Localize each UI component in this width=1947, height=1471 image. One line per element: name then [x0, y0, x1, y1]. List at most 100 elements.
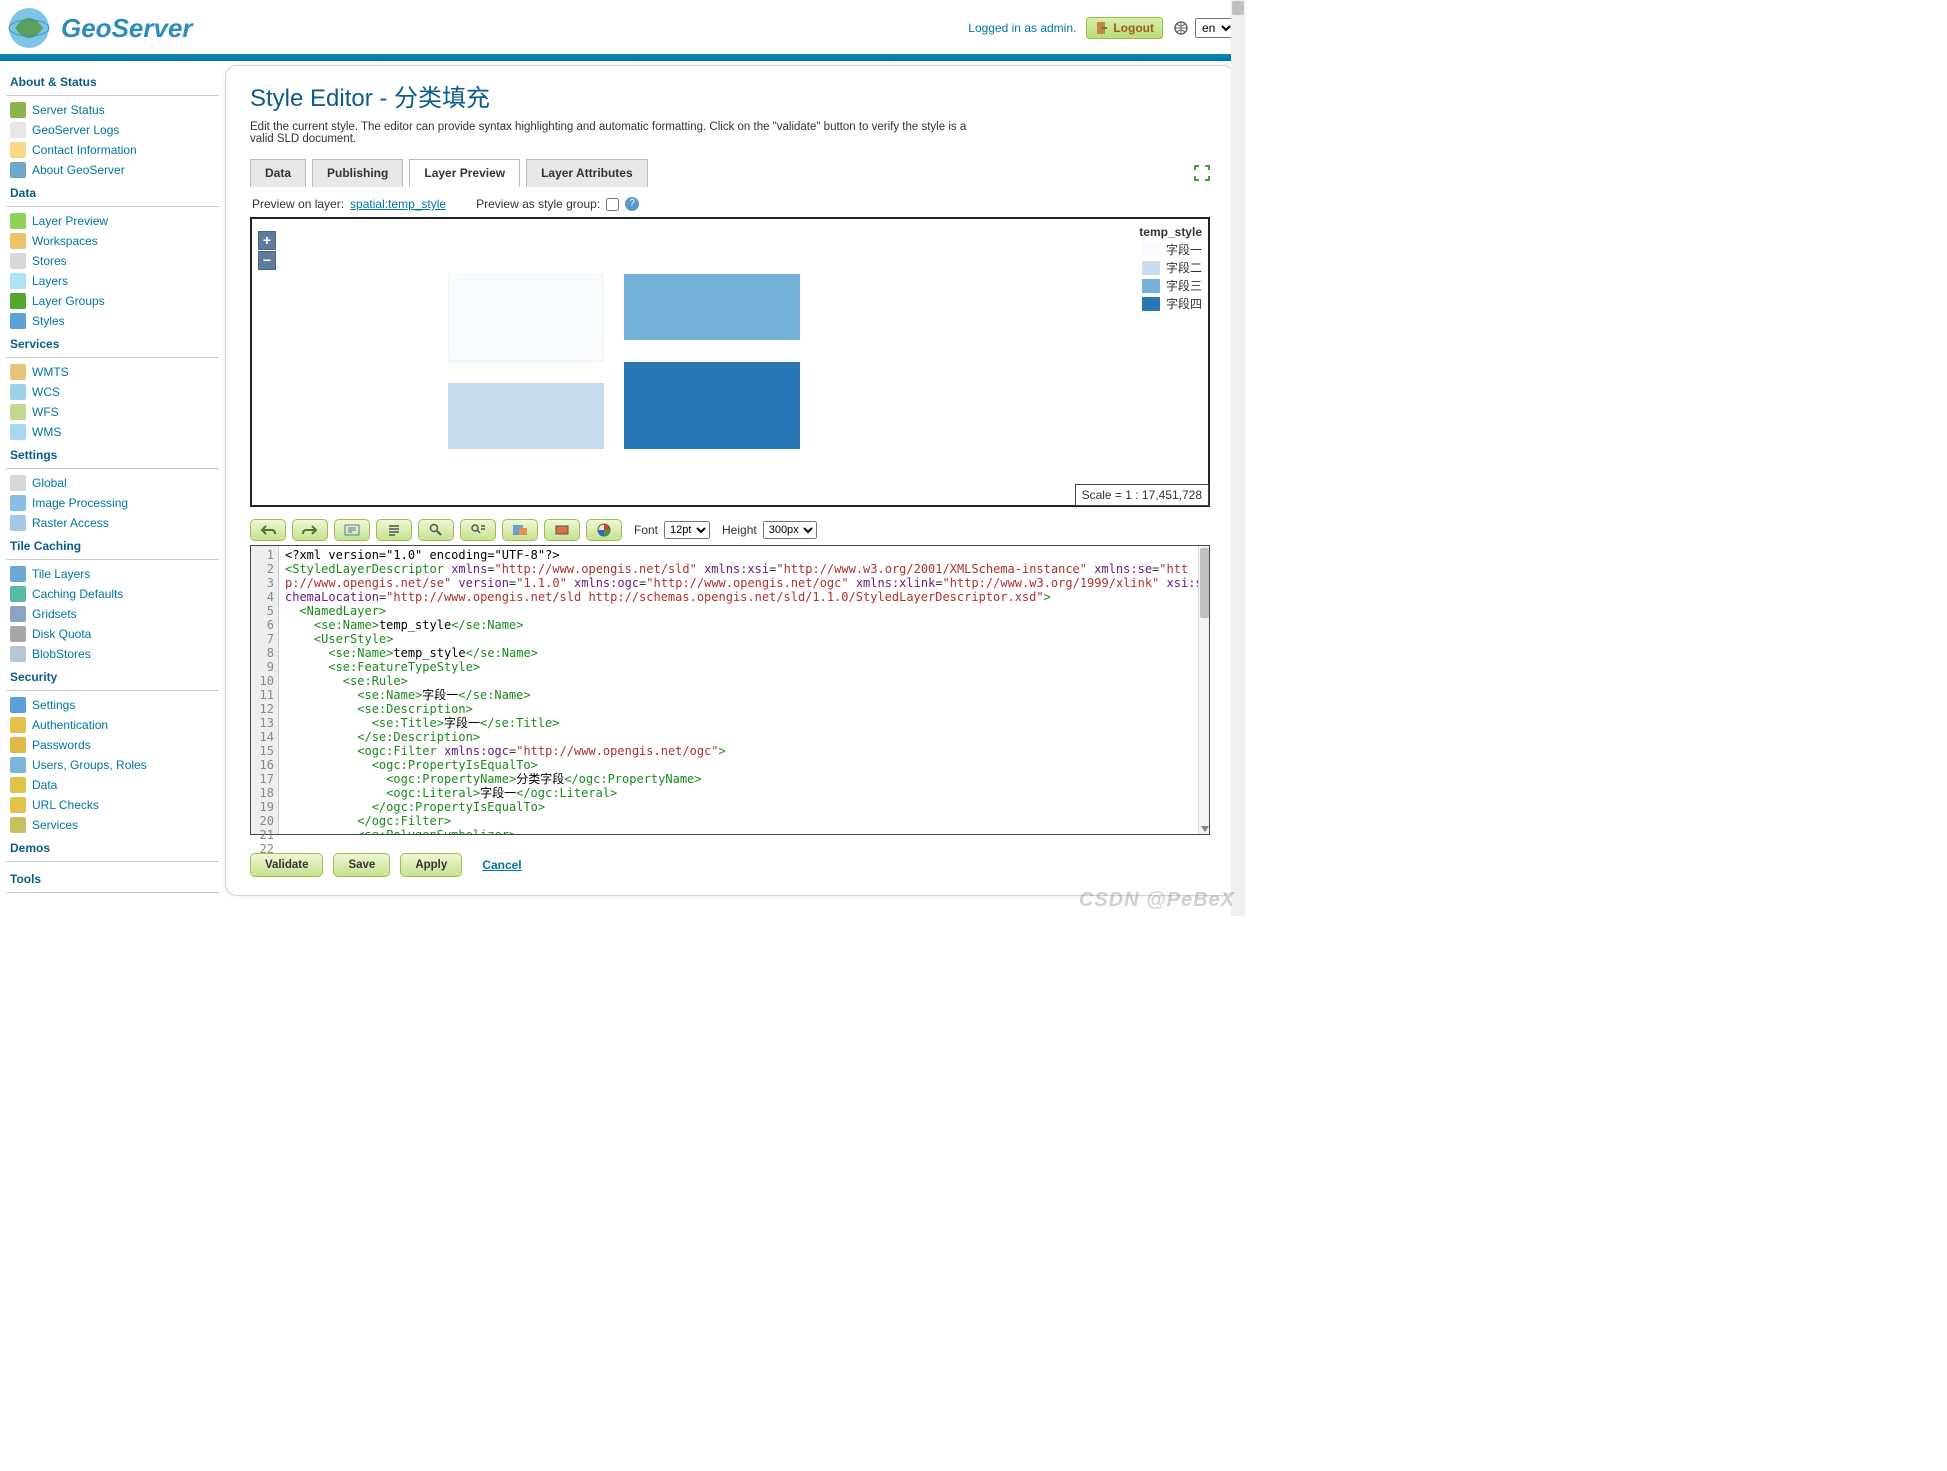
sidebar-item-tile-layers[interactable]: Tile Layers — [6, 564, 219, 584]
sidebar-item-disk-quota[interactable]: Disk Quota — [6, 624, 219, 644]
brand-logo[interactable]: GeoServer — [5, 4, 193, 52]
choose-color-button[interactable] — [544, 519, 580, 541]
menu-item-label[interactable]: Layer Groups — [32, 294, 105, 308]
sidebar-section-tile-caching[interactable]: Tile Caching — [6, 533, 219, 557]
sidebar-item-wcs[interactable]: WCS — [6, 382, 219, 402]
scroll-down-icon[interactable] — [1201, 826, 1209, 832]
style-group-checkbox[interactable] — [606, 198, 619, 211]
sidebar-item-about-geoserver[interactable]: About GeoServer — [6, 160, 219, 180]
sidebar-item-wfs[interactable]: WFS — [6, 402, 219, 422]
map-preview[interactable]: + − temp_style 字段一字段二字段三字段四 Scale = 1 : … — [250, 217, 1210, 507]
sidebar-item-geoserver-logs[interactable]: GeoServer Logs — [6, 120, 219, 140]
sidebar-item-stores[interactable]: Stores — [6, 251, 219, 271]
insert-image-button[interactable] — [502, 519, 538, 541]
editor-height-select[interactable]: 300px — [763, 521, 817, 539]
sidebar-item-wmts[interactable]: WMTS — [6, 362, 219, 382]
sidebar-item-users-groups-roles[interactable]: Users, Groups, Roles — [6, 755, 219, 775]
sidebar-item-raster-access[interactable]: Raster Access — [6, 513, 219, 533]
page-scrollbar[interactable] — [1231, 0, 1245, 916]
menu-item-label[interactable]: Raster Access — [32, 516, 109, 530]
color-picker-button[interactable] — [586, 519, 622, 541]
reformat-button[interactable] — [376, 519, 412, 541]
logout-button[interactable]: Logout — [1086, 17, 1163, 39]
tab-data[interactable]: Data — [250, 159, 306, 187]
code-editor[interactable]: 12345678910111213141516171819202122 <?xm… — [250, 545, 1210, 835]
tab-layer-attributes[interactable]: Layer Attributes — [526, 159, 648, 187]
menu-item-label[interactable]: URL Checks — [32, 798, 99, 812]
save-button[interactable]: Save — [333, 853, 390, 877]
sidebar-item-styles[interactable]: Styles — [6, 311, 219, 331]
sidebar-section-settings[interactable]: Settings — [6, 442, 219, 466]
menu-item-label[interactable]: WMTS — [32, 365, 69, 379]
sidebar-item-server-status[interactable]: Server Status — [6, 100, 219, 120]
menu-item-label[interactable]: Gridsets — [32, 607, 77, 621]
tab-layer-preview[interactable]: Layer Preview — [409, 159, 520, 187]
menu-item-label[interactable]: WFS — [32, 405, 59, 419]
menu-item-label[interactable]: Data — [32, 778, 57, 792]
fullscreen-icon[interactable] — [1194, 165, 1210, 181]
zoom-in-button[interactable]: + — [258, 231, 276, 250]
find-replace-button[interactable] — [460, 519, 496, 541]
menu-item-label[interactable]: Image Processing — [32, 496, 128, 510]
editor-content[interactable]: <?xml version="1.0" encoding="UTF-8"?> <… — [279, 546, 1209, 834]
menu-item-label[interactable]: WMS — [32, 425, 61, 439]
menu-item-label[interactable]: Caching Defaults — [32, 587, 123, 601]
sidebar-item-layer-preview[interactable]: Layer Preview — [6, 211, 219, 231]
zoom-out-button[interactable]: − — [258, 251, 276, 270]
sidebar-item-settings[interactable]: Settings — [6, 695, 219, 715]
sidebar-item-passwords[interactable]: Passwords — [6, 735, 219, 755]
sidebar-item-data[interactable]: Data — [6, 775, 219, 795]
sidebar-section-about-status[interactable]: About & Status — [6, 69, 219, 93]
sidebar-item-layer-groups[interactable]: Layer Groups — [6, 291, 219, 311]
sidebar-item-wms[interactable]: WMS — [6, 422, 219, 442]
goto-line-button[interactable] — [334, 519, 370, 541]
menu-item-label[interactable]: Passwords — [32, 738, 91, 752]
sidebar-item-workspaces[interactable]: Workspaces — [6, 231, 219, 251]
sidebar-section-demos[interactable]: Demos — [6, 835, 219, 859]
menu-item-label[interactable]: Global — [32, 476, 67, 490]
menu-item-label[interactable]: Tile Layers — [32, 567, 90, 581]
menu-item-label[interactable]: Settings — [32, 698, 75, 712]
menu-item-label[interactable]: Layers — [32, 274, 68, 288]
sidebar-section-data[interactable]: Data — [6, 180, 219, 204]
menu-item-label[interactable]: GeoServer Logs — [32, 123, 119, 137]
sidebar-item-url-checks[interactable]: URL Checks — [6, 795, 219, 815]
help-icon[interactable]: ? — [625, 197, 639, 211]
editor-scrollbar[interactable] — [1198, 546, 1209, 834]
menu-item-label[interactable]: Contact Information — [32, 143, 137, 157]
menu-item-label[interactable]: Styles — [32, 314, 65, 328]
menu-item-label[interactable]: Users, Groups, Roles — [32, 758, 147, 772]
sidebar-item-services[interactable]: Services — [6, 815, 219, 835]
sidebar-section-security[interactable]: Security — [6, 664, 219, 688]
sidebar-section-services[interactable]: Services — [6, 331, 219, 355]
sidebar-item-global[interactable]: Global — [6, 473, 219, 493]
sidebar-item-authentication[interactable]: Authentication — [6, 715, 219, 735]
preview-layer-link[interactable]: spatial:temp_style — [350, 197, 446, 211]
undo-button[interactable] — [250, 519, 286, 541]
apply-button[interactable]: Apply — [400, 853, 462, 877]
menu-item-label[interactable]: Stores — [32, 254, 67, 268]
language-select[interactable]: en — [1195, 18, 1235, 38]
tab-publishing[interactable]: Publishing — [312, 159, 403, 187]
menu-item-label[interactable]: Layer Preview — [32, 214, 108, 228]
menu-item-label[interactable]: Services — [32, 818, 78, 832]
sidebar-item-blobstores[interactable]: BlobStores — [6, 644, 219, 664]
menu-item-label[interactable]: Server Status — [32, 103, 105, 117]
menu-item-label[interactable]: About GeoServer — [32, 163, 125, 177]
sidebar-item-image-processing[interactable]: Image Processing — [6, 493, 219, 513]
sidebar-item-contact-information[interactable]: Contact Information — [6, 140, 219, 160]
menu-item-label[interactable]: Workspaces — [32, 234, 98, 248]
sidebar-item-caching-defaults[interactable]: Caching Defaults — [6, 584, 219, 604]
menu-item-label[interactable]: Disk Quota — [32, 627, 91, 641]
menu-item-label[interactable]: WCS — [32, 385, 60, 399]
sidebar-section-tools[interactable]: Tools — [6, 866, 219, 890]
sidebar-item-layers[interactable]: Layers — [6, 271, 219, 291]
find-button[interactable] — [418, 519, 454, 541]
font-size-select[interactable]: 12pt — [664, 521, 710, 539]
menu-item-label[interactable]: BlobStores — [32, 647, 91, 661]
redo-button[interactable] — [292, 519, 328, 541]
cancel-link[interactable]: Cancel — [482, 858, 521, 872]
menu-item-label[interactable]: Authentication — [32, 718, 108, 732]
sidebar-item-gridsets[interactable]: Gridsets — [6, 604, 219, 624]
validate-button[interactable]: Validate — [250, 853, 323, 877]
